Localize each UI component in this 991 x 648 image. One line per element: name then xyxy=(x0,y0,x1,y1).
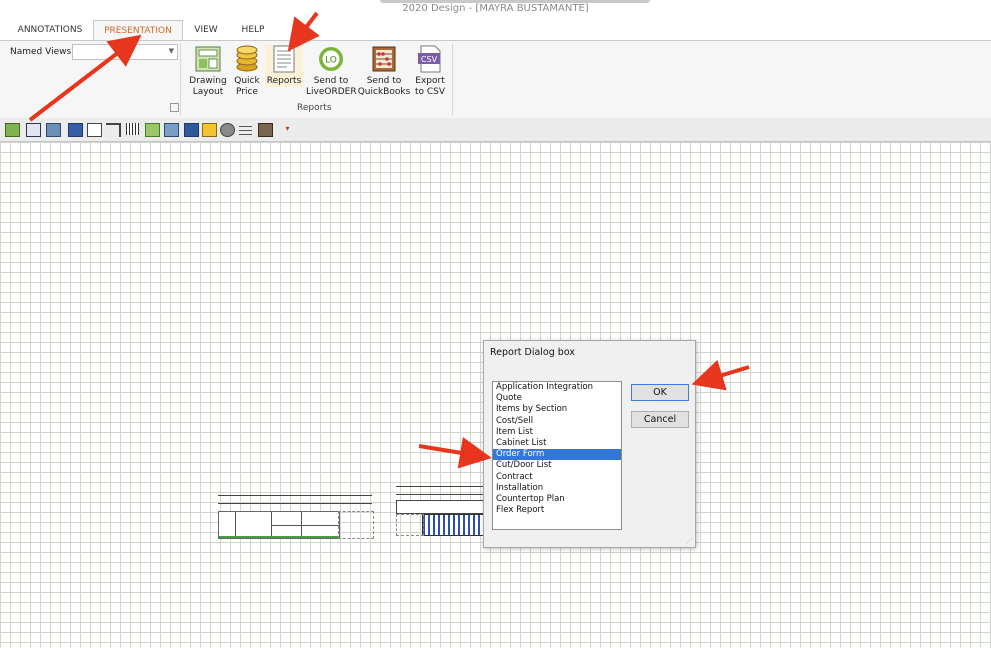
resize-grip-icon[interactable]: ⋰ xyxy=(686,537,693,545)
liveorder-icon: LO xyxy=(318,45,344,73)
group-separator xyxy=(180,43,181,115)
coins-icon xyxy=(234,45,260,73)
dialog-launcher-icon[interactable] xyxy=(170,103,179,112)
toolbar-cabinet-icon[interactable] xyxy=(258,123,273,137)
toolbar-grid-icon[interactable] xyxy=(239,123,252,135)
toolbar-barcode-icon[interactable] xyxy=(126,123,139,135)
tab-help[interactable]: HELP xyxy=(232,20,274,40)
named-views-dropdown[interactable]: ▼ xyxy=(72,44,178,60)
toolbar-fit-icon[interactable] xyxy=(26,123,41,137)
plan-drawing-right xyxy=(396,482,486,538)
cancel-button[interactable]: Cancel xyxy=(631,411,689,428)
report-option-item-list[interactable]: Item List xyxy=(493,427,621,438)
toolbar-door-icon[interactable] xyxy=(184,123,199,137)
drawing-layout-label: Drawing Layout xyxy=(189,76,227,97)
dimension-line xyxy=(218,495,372,496)
ribbon-group-label: Reports xyxy=(297,103,332,113)
report-dialog: Report Dialog box Application Integratio… xyxy=(483,340,696,548)
dimension-line xyxy=(218,503,372,504)
report-option-quote[interactable]: Quote xyxy=(493,393,621,404)
dimension-line xyxy=(396,486,484,487)
named-views-label: Named Views xyxy=(10,47,72,57)
quick-price-button[interactable]: Quick Price xyxy=(232,45,262,98)
cabinet-block xyxy=(422,514,486,536)
abacus-icon xyxy=(371,45,397,73)
report-option-items-by-section[interactable]: Items by Section xyxy=(493,404,621,415)
reports-button[interactable]: Reports xyxy=(265,45,303,87)
tab-view[interactable]: VIEW xyxy=(186,20,226,40)
dimension-line xyxy=(396,494,484,495)
report-option-cabinet-list[interactable]: Cabinet List xyxy=(493,438,621,449)
countertop-outline xyxy=(396,500,486,514)
group-separator xyxy=(452,43,453,115)
report-option-application-integration[interactable]: Application Integration xyxy=(493,382,621,393)
report-list[interactable]: Application Integration Quote Items by S… xyxy=(492,381,622,530)
toolbar-person-icon[interactable] xyxy=(164,123,179,137)
toolbar-wall-icon[interactable] xyxy=(87,123,102,137)
drawing-layout-button[interactable]: Drawing Layout xyxy=(187,45,229,98)
chevron-down-icon: ▼ xyxy=(168,47,174,55)
cabinet-outline-dashed xyxy=(338,511,374,539)
toolbar-view-icon[interactable] xyxy=(5,123,20,137)
report-option-cost-sell[interactable]: Cost/Sell xyxy=(493,416,621,427)
toolbar-dropdown-icon[interactable]: ▾ xyxy=(281,123,294,135)
send-to-quickbooks-label: Send to QuickBooks xyxy=(357,76,411,97)
quick-price-label: Quick Price xyxy=(234,76,260,97)
export-to-csv-button[interactable]: CSV Export to CSV xyxy=(413,45,447,98)
csv-icon-text: CSV xyxy=(421,55,438,64)
ribbon-panel: Named Views ▼ Drawing Layout Quick Price… xyxy=(0,40,991,119)
report-option-flex-report[interactable]: Flex Report xyxy=(493,505,621,516)
toolbar-cube-icon[interactable] xyxy=(68,123,83,137)
toolbar-dimension-icon[interactable] xyxy=(106,123,121,137)
report-document-icon xyxy=(271,45,297,73)
drawing-layout-icon xyxy=(195,45,221,73)
report-option-installation[interactable]: Installation xyxy=(493,483,621,494)
reports-label: Reports xyxy=(266,76,302,86)
elevation-drawing-left xyxy=(208,487,376,539)
cabinet-outline-dashed xyxy=(396,514,424,536)
report-option-order-form[interactable]: Order Form xyxy=(493,449,621,461)
send-to-liveorder-button[interactable]: LO Send to LiveORDER xyxy=(306,45,357,98)
report-option-countertop-plan[interactable]: Countertop Plan xyxy=(493,494,621,505)
ribbon-tabs: ANNOTATIONS PRESENTATION VIEW HELP xyxy=(0,20,991,42)
csv-file-icon: CSV xyxy=(417,45,443,73)
toolbar-gear-icon[interactable] xyxy=(220,123,235,137)
export-to-csv-label: Export to CSV xyxy=(414,76,446,97)
report-option-cut-door-list[interactable]: Cut/Door List xyxy=(493,460,621,471)
send-to-quickbooks-button[interactable]: Send to QuickBooks xyxy=(357,45,411,98)
cabinet-outline xyxy=(218,511,340,539)
window-title: 2020 Design - [MAYRA BUSTAMANTE] xyxy=(402,3,589,14)
toolbar-elevation-icon[interactable] xyxy=(145,123,160,137)
tab-annotations[interactable]: ANNOTATIONS xyxy=(8,20,92,40)
report-option-contract[interactable]: Contract xyxy=(493,472,621,483)
tab-presentation[interactable]: PRESENTATION xyxy=(93,20,183,42)
toolbar-render-icon[interactable] xyxy=(46,123,61,137)
title-bar: 2020 Design - [MAYRA BUSTAMANTE] xyxy=(0,0,991,20)
ok-button[interactable]: OK xyxy=(631,384,689,401)
dialog-title: Report Dialog box xyxy=(490,347,575,358)
toolbar-folder-icon[interactable] xyxy=(202,123,217,137)
liveorder-icon-text: LO xyxy=(325,56,337,66)
send-to-liveorder-label: Send to LiveORDER xyxy=(306,76,357,97)
quick-access-toolbar: ▾ xyxy=(0,118,991,142)
